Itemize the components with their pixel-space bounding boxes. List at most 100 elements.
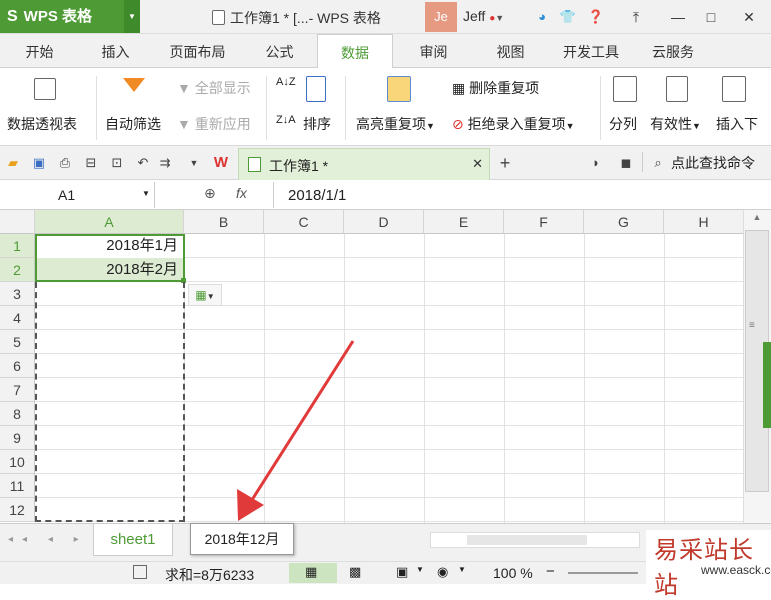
chevron-down-icon[interactable]: ▼ [416, 565, 424, 574]
app-menu-button[interactable]: S WPS 表格 [0, 0, 124, 33]
column-header-d[interactable]: D [344, 210, 424, 234]
reapply-icon: ▼ [177, 116, 191, 132]
tab-developer[interactable]: 开发工具 [555, 34, 627, 68]
collapse-icon[interactable]: ◗ [588, 155, 604, 171]
zoom-slider[interactable] [568, 572, 638, 574]
tab-view[interactable]: 视图 [483, 34, 538, 68]
gridline [424, 234, 425, 523]
highlight-duplicates-button[interactable]: 高亮重复项▼ [356, 114, 435, 134]
normal-view-button[interactable]: ▦ [289, 563, 337, 583]
fx-button[interactable]: fx [236, 185, 247, 201]
row-header[interactable]: 3 [0, 282, 35, 306]
sheet-tab-sheet1[interactable]: sheet1 [93, 524, 173, 556]
reapply-label: 重新应用 [194, 116, 251, 132]
undo-icon[interactable]: ↶ [135, 155, 151, 171]
row-header[interactable]: 9 [0, 426, 35, 450]
new-tab-icon[interactable]: + [497, 154, 513, 172]
customize-dropdown-icon[interactable]: ▼ [186, 155, 202, 171]
minimize-button[interactable]: — [664, 5, 692, 29]
chevron-down-icon[interactable]: ▼ [458, 565, 466, 574]
tab-formulas[interactable]: 公式 [252, 34, 307, 68]
row-header[interactable]: 2 [0, 258, 35, 282]
maximize-button[interactable]: □ [697, 5, 725, 29]
print-preview-icon[interactable]: ⊡ [109, 155, 125, 171]
horizontal-scroll-thumb[interactable] [467, 535, 587, 545]
avatar[interactable]: Je [425, 2, 457, 32]
tab-home[interactable]: 开始 [12, 34, 67, 68]
document-tab[interactable]: 工作簿1 * ✕ [238, 148, 490, 180]
export-icon[interactable]: ⎙ [57, 155, 73, 171]
row-header[interactable]: 11 [0, 474, 35, 498]
zoom-out-icon[interactable]: − [546, 563, 555, 580]
title-bar: S WPS 表格 ▼ 工作簿1 * [...- WPS 表格 Je Jeff ●▼… [0, 0, 771, 34]
wps-w-icon[interactable]: W [213, 155, 229, 171]
page-break-view-icon[interactable]: ▣ [396, 564, 408, 580]
row-header[interactable]: 12 [0, 498, 35, 522]
app-menu-dropdown[interactable]: ▼ [124, 0, 140, 33]
name-box[interactable]: A1 ▼ [0, 182, 155, 208]
row-header[interactable]: 7 [0, 378, 35, 402]
validity-label: 有效性 [650, 116, 692, 132]
help-icon[interactable]: ❓ [585, 6, 607, 28]
row-header[interactable]: 5 [0, 330, 35, 354]
spreadsheet-icon [248, 157, 261, 172]
scroll-up-icon[interactable]: ▲ [744, 212, 770, 226]
tab-review[interactable]: 审阅 [406, 34, 461, 68]
column-header-a[interactable]: A [35, 210, 184, 234]
name-box-value: A1 [58, 187, 76, 203]
status-sum: 求和=8万6233 [165, 567, 255, 583]
remove-duplicates-button[interactable]: ▦ 删除重复项 [452, 78, 539, 98]
horizontal-scrollbar[interactable] [430, 532, 640, 548]
tab-data[interactable]: 数据 [317, 34, 393, 69]
close-button[interactable]: ✕ [735, 5, 763, 29]
redo-icon[interactable]: ⇉ [157, 155, 173, 171]
vertical-scrollbar[interactable]: ▲ ≡ [743, 210, 771, 523]
skin-icon[interactable]: ◕ [531, 6, 553, 28]
split-column-button[interactable]: 分列 [609, 114, 637, 134]
row-header[interactable]: 1 [0, 234, 35, 258]
open-icon[interactable]: ▰ [5, 155, 21, 171]
tab-page-layout[interactable]: 页面布局 [160, 34, 235, 68]
formula-input[interactable]: 2018/1/1 [273, 182, 771, 208]
macro-icon[interactable] [133, 565, 147, 579]
column-header-e[interactable]: E [424, 210, 504, 234]
autofilter-button[interactable]: 自动筛选 [105, 114, 161, 134]
feedback-icon[interactable]: ◼ [618, 155, 634, 171]
column-header-h[interactable]: H [664, 210, 743, 234]
close-tab-icon[interactable]: ✕ [472, 156, 483, 172]
user-name[interactable]: Jeff ●▼ [463, 8, 504, 24]
print-icon[interactable]: ⊟ [83, 155, 99, 171]
row-header[interactable]: 8 [0, 402, 35, 426]
sort-button[interactable]: 排序 [303, 114, 331, 134]
sort-desc-icon[interactable]: Z↓A [276, 114, 296, 126]
column-header-f[interactable]: F [504, 210, 584, 234]
side-panel-toggle[interactable] [763, 342, 771, 428]
zoom-icon[interactable]: ⊕ [204, 185, 216, 202]
restore-ribbon-icon[interactable]: ⤒ [622, 5, 650, 29]
row-header[interactable]: 6 [0, 354, 35, 378]
row-header[interactable]: 10 [0, 450, 35, 474]
command-search[interactable]: 点此查找命令 [671, 153, 755, 173]
reapply-button[interactable]: ▼ 重新应用 [177, 114, 251, 134]
show-all-button[interactable]: ▼ 全部显示 [177, 78, 251, 98]
tab-cloud[interactable]: 云服务 [643, 34, 703, 68]
zoom-level[interactable]: 100 % [493, 565, 533, 581]
shirt-icon[interactable]: 👕 [557, 6, 579, 28]
save-icon[interactable]: ▣ [31, 155, 47, 171]
validity-button[interactable]: 有效性▼ [650, 114, 701, 134]
red-arrow-line [248, 340, 355, 504]
row-header[interactable]: 4 [0, 306, 35, 330]
reading-mode-icon[interactable]: ◉ [437, 564, 448, 580]
pivot-table-button[interactable]: 数据透视表 [7, 114, 77, 134]
page-layout-view-icon[interactable]: ▩ [349, 564, 361, 580]
sort-asc-icon[interactable]: A↓Z [276, 76, 296, 88]
column-header-c[interactable]: C [264, 210, 344, 234]
select-all-corner[interactable] [0, 210, 35, 234]
autofill-options-button[interactable]: ▦▼ [188, 284, 222, 306]
tab-insert[interactable]: 插入 [88, 34, 143, 68]
reject-duplicates-button[interactable]: ⊘ 拒绝录入重复项▼ [452, 114, 575, 134]
spreadsheet-grid[interactable]: A B C D E F G H 1 2 3 4 5 6 7 8 9 10 11 … [0, 210, 743, 523]
column-header-g[interactable]: G [584, 210, 664, 234]
column-header-b[interactable]: B [184, 210, 264, 234]
insert-dropdown-button[interactable]: 插入下 [716, 114, 758, 134]
